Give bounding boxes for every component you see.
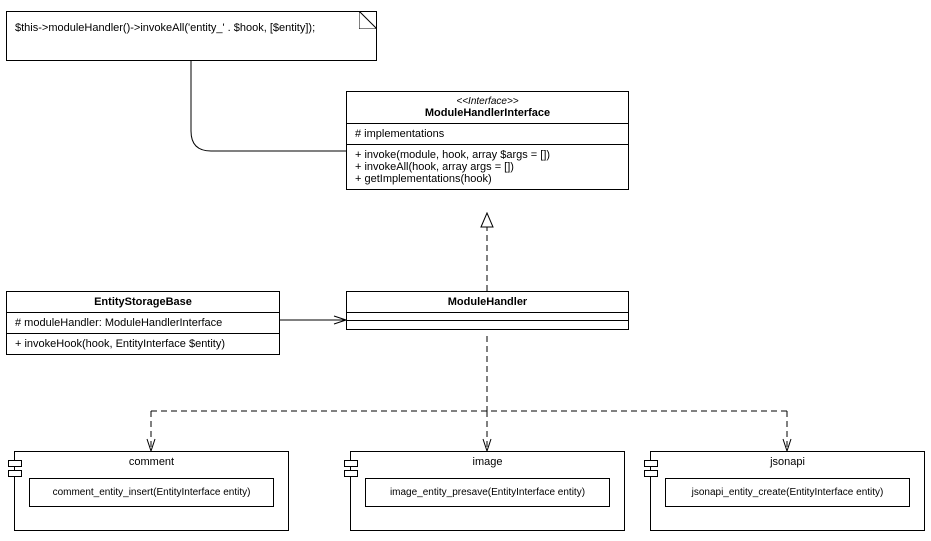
uml-class-entitystoragebase: EntityStorageBase # moduleHandler: Modul…	[6, 291, 280, 355]
entitystoragebase-operations: + invokeHook(hook, EntityInterface $enti…	[7, 334, 279, 354]
component-comment: comment comment_entity_insert(EntityInte…	[14, 451, 289, 531]
note-fold-icon	[359, 11, 377, 29]
interface-op2: + invokeAll(hook, array args = [])	[355, 161, 620, 173]
interface-stereotype: <<Interface>>	[355, 96, 620, 107]
interface-operations: + invoke(module, hook, array $args = [])…	[347, 145, 628, 189]
interface-header: <<Interface>> ModuleHandlerInterface	[347, 92, 628, 124]
component-lug-icon	[8, 460, 22, 467]
modulehandler-attributes	[347, 313, 628, 321]
interface-attr: # implementations	[355, 128, 620, 140]
entitystoragebase-op: + invokeHook(hook, EntityInterface $enti…	[15, 338, 271, 350]
interface-attributes: # implementations	[347, 124, 628, 145]
entitystoragebase-attr: # moduleHandler: ModuleHandlerInterface	[15, 317, 271, 329]
note-text: $this->moduleHandler()->invokeAll('entit…	[15, 22, 315, 34]
component-lug-icon	[344, 470, 358, 477]
entitystoragebase-attributes: # moduleHandler: ModuleHandlerInterface	[7, 313, 279, 334]
component-image-fn: image_entity_presave(EntityInterface ent…	[365, 478, 610, 507]
component-lug-icon	[644, 460, 658, 467]
uml-class-modulehandler: ModuleHandler	[346, 291, 629, 330]
entitystoragebase-header: EntityStorageBase	[7, 292, 279, 313]
component-lug-icon	[8, 470, 22, 477]
modulehandler-operations	[347, 321, 628, 329]
interface-name: ModuleHandlerInterface	[355, 107, 620, 119]
component-jsonapi-name: jsonapi	[651, 452, 924, 474]
component-lug-icon	[344, 460, 358, 467]
component-comment-fn: comment_entity_insert(EntityInterface en…	[29, 478, 274, 507]
component-lug-icon	[644, 470, 658, 477]
modulehandler-name: ModuleHandler	[448, 296, 527, 308]
entitystoragebase-name: EntityStorageBase	[94, 296, 192, 308]
modulehandler-header: ModuleHandler	[347, 292, 628, 313]
interface-op3: + getImplementations(hook)	[355, 173, 620, 185]
component-jsonapi: jsonapi jsonapi_entity_create(EntityInte…	[650, 451, 925, 531]
uml-note: $this->moduleHandler()->invokeAll('entit…	[6, 11, 377, 61]
component-jsonapi-fn: jsonapi_entity_create(EntityInterface en…	[665, 478, 910, 507]
component-image: image image_entity_presave(EntityInterfa…	[350, 451, 625, 531]
component-comment-name: comment	[15, 452, 288, 474]
uml-interface-modulehandlerinterface: <<Interface>> ModuleHandlerInterface # i…	[346, 91, 629, 190]
component-image-name: image	[351, 452, 624, 474]
interface-op1: + invoke(module, hook, array $args = [])	[355, 149, 620, 161]
